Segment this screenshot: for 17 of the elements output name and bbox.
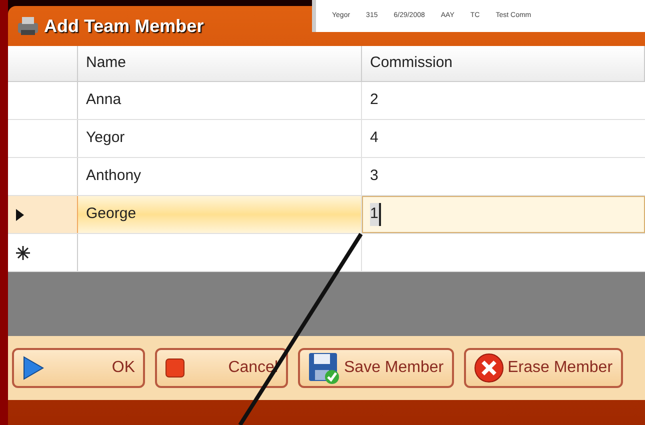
printer-icon bbox=[16, 15, 40, 37]
table-cell[interactable]: 2 bbox=[370, 89, 378, 112]
play-icon bbox=[22, 356, 44, 380]
table-cell[interactable]: 4 bbox=[370, 127, 378, 150]
asterisk-icon bbox=[16, 246, 30, 260]
table-cell[interactable]: George bbox=[78, 196, 362, 233]
column-header[interactable]: Commission bbox=[362, 46, 645, 81]
dialog-button[interactable]: Save Member bbox=[298, 348, 454, 388]
dialog-button[interactable]: OK bbox=[12, 348, 145, 388]
stop-icon bbox=[165, 358, 185, 378]
close-circle-icon bbox=[474, 353, 504, 383]
current-row-icon bbox=[16, 208, 24, 220]
cell-editor[interactable]: 1 bbox=[370, 203, 382, 226]
table-cell[interactable]: 3 bbox=[370, 165, 378, 188]
dialog-button[interactable]: Erase Member bbox=[464, 348, 623, 388]
column-header[interactable]: Name bbox=[78, 46, 362, 81]
window-title: Add Team Member bbox=[44, 14, 204, 38]
